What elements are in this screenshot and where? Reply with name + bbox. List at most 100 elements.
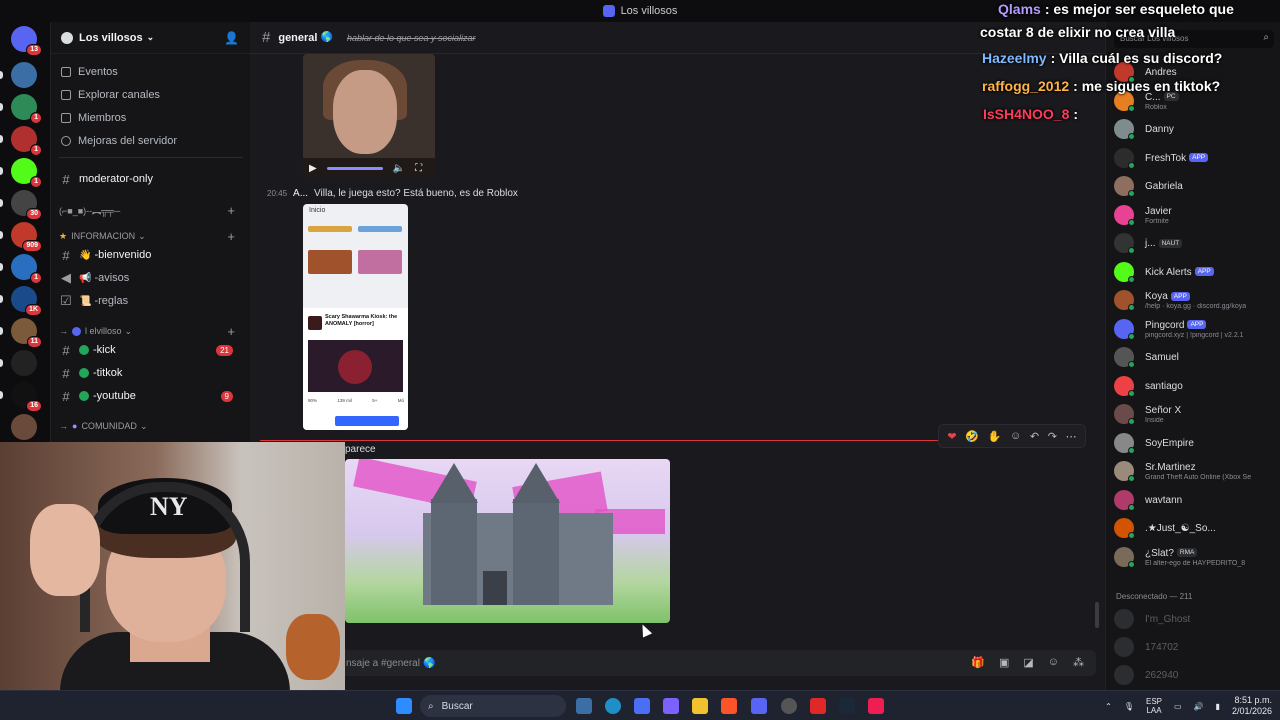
volume-bar[interactable] bbox=[326, 166, 383, 170]
nav-miembros[interactable]: Miembros bbox=[61, 108, 126, 128]
globe-icon: 🌎 bbox=[320, 32, 333, 43]
server-header[interactable]: Los villosos ⌄ 👤 bbox=[51, 22, 251, 54]
channel-reglas[interactable]: ☑ 📜 -reglas bbox=[59, 291, 243, 311]
member-item[interactable]: Señor X Inside bbox=[1114, 404, 1279, 426]
member-item[interactable]: ¿Slat? RMA El alter-ego de HAYPEDRITO_8 bbox=[1114, 546, 1279, 569]
server-icon[interactable] bbox=[11, 350, 37, 376]
windows-start-icon[interactable] bbox=[396, 698, 412, 714]
apps-icon[interactable]: ⁂ bbox=[1073, 656, 1084, 669]
member-item-offline[interactable]: 262940 bbox=[1114, 665, 1279, 687]
member-item[interactable]: Kick Alerts APP bbox=[1114, 261, 1279, 284]
gif-icon[interactable]: ▣ bbox=[999, 656, 1009, 669]
copilot-icon[interactable] bbox=[663, 698, 679, 714]
channel-moderator-only[interactable]: # moderator-only bbox=[59, 169, 243, 189]
server-icon[interactable] bbox=[11, 414, 37, 440]
fullscreen-icon[interactable]: ⛶ bbox=[415, 163, 422, 174]
channel-bienvenido[interactable]: # 👋 -bienvenido bbox=[59, 245, 243, 265]
server-icon[interactable]: 1 bbox=[11, 158, 42, 188]
member-item[interactable]: santiago bbox=[1114, 375, 1279, 398]
network-icon[interactable]: ▭ bbox=[1174, 702, 1182, 711]
nav-eventos[interactable]: Eventos bbox=[61, 62, 118, 82]
app-icon-3[interactable] bbox=[810, 698, 826, 714]
app-icon-1[interactable] bbox=[576, 698, 592, 714]
member-item[interactable]: Javier Fortnite bbox=[1114, 204, 1279, 227]
member-item[interactable]: Koya APP/help · koya.gg · discord.gg/koya bbox=[1114, 290, 1279, 312]
app-icon-2[interactable] bbox=[781, 698, 797, 714]
category-comunidad[interactable]: → ● COMUNIDAD ⌄ bbox=[59, 418, 243, 434]
minecraft-image-attachment[interactable] bbox=[345, 459, 670, 623]
server-icon[interactable]: 11 bbox=[11, 318, 42, 348]
play-icon[interactable]: ▶ bbox=[309, 163, 317, 174]
discord-icon[interactable] bbox=[751, 698, 767, 714]
more-options-icon[interactable]: ⋯ bbox=[1066, 430, 1077, 443]
reply-icon[interactable]: ↶ bbox=[1030, 430, 1039, 443]
channel-titkok[interactable]: # -titkok bbox=[59, 363, 243, 383]
member-item[interactable]: Sr.Martinez Grand Theft Auto Online (Xbox… bbox=[1114, 461, 1279, 483]
chevron-up-icon[interactable]: ⌃ bbox=[1105, 702, 1112, 711]
member-item-offline[interactable]: I'm_Ghost bbox=[1114, 609, 1279, 631]
member-item[interactable]: FreshTok APP bbox=[1114, 147, 1279, 170]
server-icon[interactable]: 1 bbox=[11, 94, 42, 124]
message-actions-bar[interactable]: ❤ 🤣 ✋ ☺ ↶ ↷ ⋯ bbox=[938, 424, 1086, 448]
volume-icon[interactable]: 🔊 bbox=[1194, 702, 1204, 711]
clock[interactable]: 8:51 p.m. 2/01/2026 bbox=[1232, 695, 1272, 717]
add-channel-icon[interactable]: + bbox=[227, 229, 235, 244]
status-online-icon bbox=[1128, 418, 1135, 425]
member-item[interactable]: Gabriela bbox=[1114, 176, 1279, 198]
member-item[interactable]: .★Just_☯_So... bbox=[1114, 518, 1279, 540]
store-icon[interactable] bbox=[634, 698, 650, 714]
member-item[interactable]: Danny bbox=[1114, 119, 1279, 141]
emoji-icon[interactable]: ☺ bbox=[1048, 656, 1059, 669]
gift-icon[interactable]: 🎁 bbox=[971, 656, 985, 669]
language-indicator[interactable]: ESP LAA bbox=[1146, 697, 1162, 715]
file-explorer-icon[interactable] bbox=[692, 698, 708, 714]
member-item-offline[interactable]: 174702 bbox=[1114, 637, 1279, 659]
sticker-icon[interactable]: ◪ bbox=[1023, 656, 1033, 669]
volume-icon[interactable]: 🔈 bbox=[393, 163, 405, 174]
server-icon[interactable]: 1 bbox=[11, 126, 42, 156]
channel-youtube[interactable]: # -youtube 9 bbox=[59, 386, 243, 406]
forward-icon[interactable]: ↷ bbox=[1048, 430, 1057, 443]
add-channel-icon[interactable]: + bbox=[227, 203, 235, 218]
video-attachment[interactable]: ▶ 🔈 ⛶ bbox=[303, 54, 435, 178]
tiktok-icon[interactable] bbox=[868, 698, 884, 714]
message-author[interactable]: A... bbox=[293, 188, 308, 199]
battery-icon[interactable]: ▮ bbox=[1216, 702, 1220, 711]
steam-icon[interactable] bbox=[839, 698, 855, 714]
brave-icon[interactable] bbox=[721, 698, 737, 714]
server-icon[interactable]: 13 bbox=[11, 26, 42, 56]
nav-mejoras[interactable]: Mejoras del servidor bbox=[61, 131, 177, 151]
add-channel-icon[interactable]: + bbox=[227, 324, 235, 339]
hand-reaction-icon[interactable]: ✋ bbox=[988, 430, 1002, 443]
edge-icon[interactable] bbox=[605, 698, 621, 714]
channel-kick[interactable]: # -kick 21 bbox=[59, 340, 243, 360]
taskbar-search[interactable]: ⌕ Buscar bbox=[420, 695, 566, 717]
chat-scrollbar[interactable] bbox=[1095, 602, 1099, 628]
video-controls[interactable]: ▶ 🔈 ⛶ bbox=[303, 158, 435, 178]
member-item[interactable]: j... NAUT bbox=[1114, 233, 1279, 255]
server-icon[interactable]: 1K bbox=[11, 286, 42, 316]
add-reaction-icon[interactable]: ☺ bbox=[1010, 430, 1021, 442]
laugh-reaction-icon[interactable]: 🤣 bbox=[965, 430, 979, 443]
microphone-icon[interactable]: 🎙 bbox=[1124, 702, 1134, 711]
member-item[interactable]: Samuel bbox=[1114, 347, 1279, 369]
nav-explorar-canales[interactable]: Explorar canales bbox=[61, 85, 160, 105]
channel-avisos[interactable]: ◀ 📢 -avisos bbox=[59, 268, 243, 288]
message-input[interactable]: nsaje a #general 🌎 🎁 ▣ ◪ ☺ ⁂ bbox=[330, 650, 1096, 676]
category-elvilloso[interactable]: → l elvilloso ⌄ + bbox=[59, 323, 243, 339]
member-item[interactable]: wavtann bbox=[1114, 489, 1279, 512]
roblox-screenshot-attachment[interactable]: Inicio Scary Shawarma Kiosk: the ANOMALY… bbox=[303, 204, 408, 430]
server-icon[interactable]: 909 bbox=[11, 222, 42, 252]
unread-badge: 9 bbox=[220, 390, 233, 402]
heart-reaction-icon[interactable]: ❤ bbox=[947, 430, 956, 443]
category-misc[interactable]: (⌐■_■)--︻╦╤─ + bbox=[59, 202, 243, 218]
server-icon[interactable]: 30 bbox=[11, 190, 42, 220]
member-item[interactable]: SoyEmpire bbox=[1114, 432, 1279, 455]
member-item[interactable]: Pingcord APP pingcord.xyz | !pingcord | v2… bbox=[1114, 318, 1279, 341]
category-informacion[interactable]: ★ INFORMACION ⌄ + bbox=[59, 228, 243, 244]
server-icon[interactable]: 1 bbox=[11, 254, 42, 284]
roblox-play-button[interactable] bbox=[335, 416, 399, 426]
server-icon[interactable] bbox=[11, 62, 37, 88]
add-member-icon[interactable]: 👤 bbox=[224, 31, 239, 45]
server-icon[interactable]: 16 bbox=[11, 382, 42, 412]
